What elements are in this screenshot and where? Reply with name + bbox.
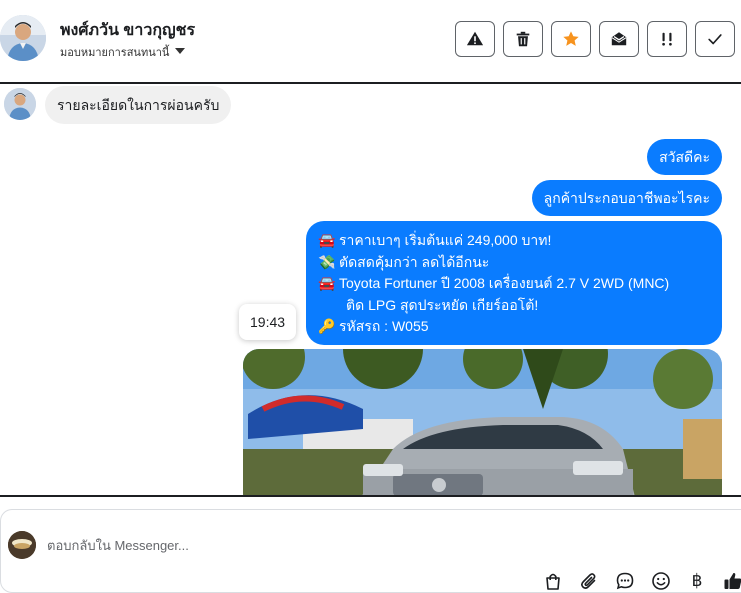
assign-label: มอบหมายการสนทนานี้	[60, 47, 170, 59]
timestamp-tooltip: 19:43	[239, 304, 297, 340]
trash-icon	[516, 31, 530, 47]
car-icon: 🚘	[318, 232, 336, 248]
outgoing-details-message[interactable]: 🚘 ราคาเบาๆ เริ่มต้นแค่ 249,000 บาท! 💸 ตัดส…	[306, 221, 722, 345]
emoji-button[interactable]	[650, 570, 672, 592]
contact-name[interactable]: พงศ์ภวัน ขาวกุญชร	[60, 18, 195, 43]
thumbs-up-icon	[724, 572, 741, 589]
shopping-bag-button[interactable]	[542, 570, 564, 592]
outgoing-message[interactable]: ลูกค้าประกอบอาชีพอะไรคะ	[531, 180, 722, 216]
warning-icon	[466, 31, 484, 46]
message-line: 🔑 รหัสรถ : W055	[318, 316, 710, 338]
emoji-icon	[652, 572, 670, 590]
caret-down-icon	[175, 48, 186, 54]
contact-avatar[interactable]	[0, 15, 46, 61]
key-icon: 🔑	[318, 318, 336, 334]
message-line: ติด LPG สุดประหยัด เกียร์ออโต้!	[318, 295, 710, 317]
composer-tools: ฿	[542, 570, 741, 592]
delete-button[interactable]	[503, 21, 543, 57]
page-avatar	[8, 531, 36, 559]
message-line: 🚘 ราคาเบาๆ เริ่มต้นแค่ 249,000 บาท!	[318, 230, 710, 252]
composer: ฿	[0, 497, 741, 593]
mark-unread-button[interactable]	[599, 21, 639, 57]
like-button[interactable]	[722, 570, 741, 592]
message-line-text: รหัสรถ : W055	[339, 318, 429, 334]
message-line-text: Toyota Fortuner ปี 2008 เครื่องยนต์ 2.7 …	[339, 275, 670, 291]
outgoing-message[interactable]: สวัสดีคะ	[647, 139, 722, 175]
message-line-text: ติด LPG สุดประหยัด เกียร์ออโต้!	[346, 296, 539, 313]
conversation-actions	[455, 21, 735, 57]
incoming-message[interactable]: รายละเอียดในการผ่อนครับ	[45, 86, 232, 124]
shopping-bag-icon	[546, 573, 560, 590]
car-photo[interactable]	[243, 349, 722, 496]
envelope-open-icon	[611, 32, 627, 46]
check-icon	[708, 34, 722, 45]
composer-box: ฿	[0, 509, 741, 593]
baht-icon[interactable]: ฿	[686, 570, 708, 592]
message-thread[interactable]: รายละเอียดในการผ่อนครับ สวัสดีคะ ลูกค้าป…	[0, 84, 741, 496]
saved-reply-button[interactable]	[614, 570, 636, 592]
car-icon: 🚘	[318, 275, 336, 291]
sender-avatar	[4, 88, 36, 120]
message-line: 💸 ตัดสดคุ้มกว่า ลดได้อีกนะ	[318, 252, 710, 274]
mark-done-button[interactable]	[695, 21, 735, 57]
message-line-text: ตัดสดคุ้มกว่า ลดได้อีกนะ	[339, 253, 490, 270]
star-button[interactable]	[551, 21, 591, 57]
follow-up-icon	[662, 32, 672, 46]
assign-conversation-dropdown[interactable]: มอบหมายการสนทนานี้	[60, 43, 186, 61]
saved-reply-icon	[616, 572, 634, 590]
attach-file-button[interactable]	[578, 570, 600, 592]
spam-button[interactable]	[455, 21, 495, 57]
follow-up-button[interactable]	[647, 21, 687, 57]
message-line-text: ราคาเบาๆ เริ่มต้นแค่ 249,000 บาท!	[339, 232, 552, 248]
star-icon	[563, 31, 579, 46]
reply-input[interactable]	[47, 534, 707, 556]
money-icon: 💸	[318, 253, 336, 270]
conversation-header: พงศ์ภวัน ขาวกุญชร มอบหมายการสนทนานี้	[0, 0, 741, 84]
paperclip-icon	[581, 573, 596, 589]
message-line: 🚘 Toyota Fortuner ปี 2008 เครื่องยนต์ 2.7…	[318, 273, 710, 295]
